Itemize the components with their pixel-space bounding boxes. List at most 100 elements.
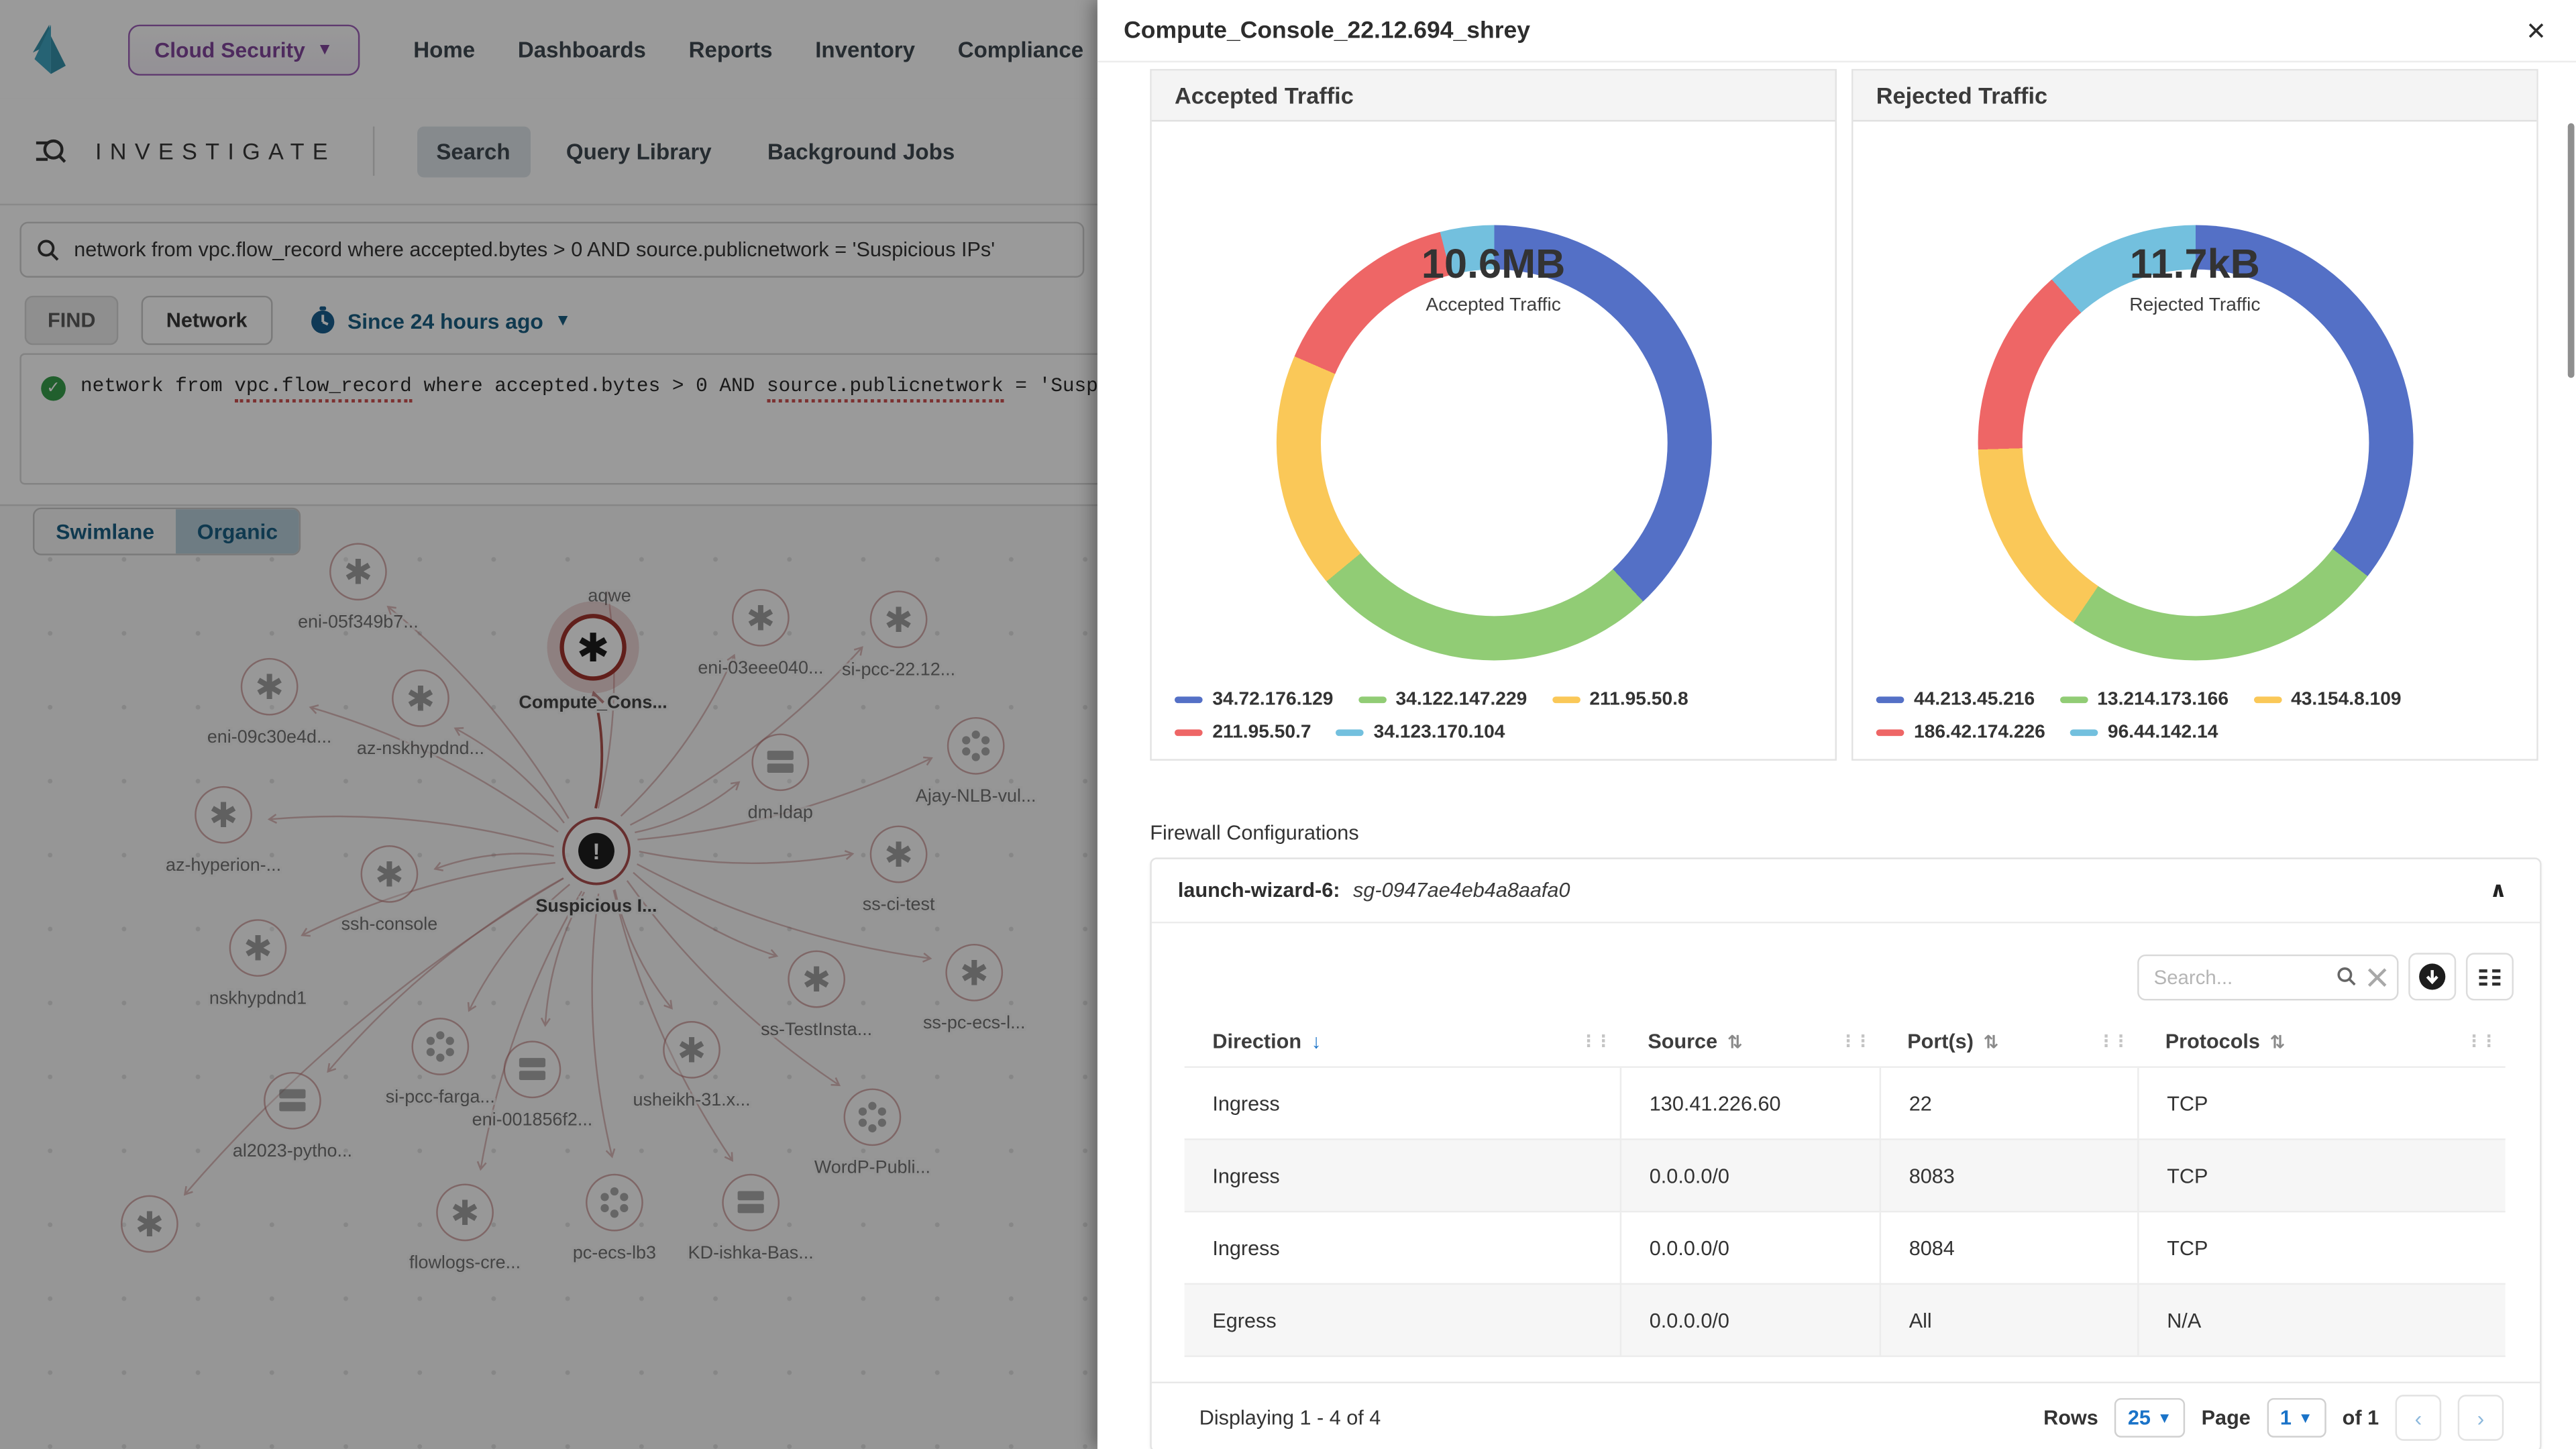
column-header-protocols[interactable]: Protocols ⇅ ⋮⋮ — [2137, 1017, 2506, 1066]
legend-ip-label: 211.95.50.8 — [1589, 690, 1688, 710]
table-search-box[interactable] — [2137, 954, 2398, 1000]
legend-ip-label: 34.123.170.104 — [1374, 723, 1505, 743]
chevron-down-icon: ▼ — [2298, 1409, 2313, 1426]
sort-icon[interactable]: ↓ — [1311, 1030, 1322, 1053]
donut-center-label: Accepted Traffic — [1152, 296, 1835, 315]
chart-legend: 34.72.176.129 34.122.147.229 211.95.50.8 21… — [1175, 690, 1822, 743]
table-cell: TCP — [2137, 1068, 2506, 1138]
table-footer: Displaying 1 - 4 of 4 Rows 25 ▼ Page 1 ▼… — [1152, 1382, 2540, 1449]
sort-icon[interactable]: ⇅ — [1727, 1031, 1743, 1053]
chart-legend: 44.213.45.216 13.214.173.166 43.154.8.109 1… — [1876, 690, 2524, 743]
table-cell: 0.0.0.0/0 — [1620, 1285, 1880, 1355]
page-select[interactable]: 1 ▼ — [2267, 1398, 2326, 1438]
sort-icon[interactable]: ⇅ — [2270, 1031, 2286, 1053]
column-header-direction[interactable]: Direction ↓ ⋮⋮ — [1185, 1017, 1620, 1066]
legend-ip-label: 34.72.176.129 — [1212, 690, 1333, 710]
legend-item[interactable]: 13.214.173.166 — [2059, 690, 2229, 710]
security-group-id: sg-0947ae4eb4a8aafa0 — [1353, 879, 1570, 902]
close-icon[interactable]: ✕ — [2526, 15, 2546, 45]
donut-center-label: Rejected Traffic — [1853, 296, 2536, 315]
column-header-label: Source — [1648, 1030, 1717, 1053]
legend-item[interactable]: 186.42.174.226 — [1876, 723, 2045, 743]
next-page-button[interactable]: › — [2458, 1395, 2504, 1441]
table-cell: Ingress — [1185, 1212, 1620, 1283]
download-button[interactable] — [2408, 953, 2456, 1000]
rows-per-page-select[interactable]: 25 ▼ — [2114, 1398, 2185, 1438]
table-row: Egress0.0.0.0/0AllN/A — [1185, 1283, 2506, 1357]
firewall-section-heading: Firewall Configurations — [1150, 821, 1358, 844]
table-cell: Egress — [1185, 1285, 1620, 1355]
column-settings-button[interactable] — [2466, 953, 2514, 1000]
rows-per-page-value: 25 — [2128, 1406, 2151, 1429]
column-header-label: Direction — [1212, 1030, 1301, 1053]
drag-handle-icon[interactable]: ⋮⋮ — [1580, 1032, 1610, 1051]
table-cell: 8084 — [1880, 1212, 2137, 1283]
scrollbar-thumb[interactable] — [2568, 123, 2575, 378]
prev-page-button[interactable]: ‹ — [2396, 1395, 2442, 1441]
table-cell: 8083 — [1880, 1140, 2137, 1211]
table-cell: TCP — [2137, 1212, 2506, 1283]
firewall-accordion-header[interactable]: launch-wizard-6: sg-0947ae4eb4a8aafa0 ∧ — [1152, 859, 2540, 924]
legend-color-dash-icon — [1175, 697, 1203, 703]
legend-color-dash-icon — [1336, 730, 1364, 736]
drawer-header: Compute_Console_22.12.694_shrey ✕ — [1097, 0, 2576, 62]
download-icon — [2418, 963, 2447, 991]
of-total-label: of 1 — [2343, 1406, 2379, 1429]
drag-handle-icon[interactable]: ⋮⋮ — [2098, 1032, 2127, 1051]
donut-center-value: 11.7kB — [1853, 241, 2536, 289]
legend-ip-label: 186.42.174.226 — [1914, 723, 2045, 743]
legend-item[interactable]: 211.95.50.8 — [1552, 690, 1688, 710]
table-cell: 0.0.0.0/0 — [1620, 1140, 1880, 1211]
table-cell: 0.0.0.0/0 — [1620, 1212, 1880, 1283]
legend-color-dash-icon — [2059, 697, 2088, 703]
column-header-ports[interactable]: Port(s) ⇅ ⋮⋮ — [1880, 1017, 2137, 1066]
pagination-controls: Rows 25 ▼ Page 1 ▼ of 1 ‹ › — [2043, 1395, 2504, 1441]
card-header: Rejected Traffic — [1853, 70, 2536, 121]
drawer-title: Compute_Console_22.12.694_shrey — [1124, 17, 1530, 44]
traffic-card-rejected: Rejected Traffic 11.7kB Rejected Traffic 44… — [1851, 69, 2538, 761]
legend-item[interactable]: 96.44.142.14 — [2070, 723, 2218, 743]
legend-color-dash-icon — [1358, 697, 1386, 703]
search-icon[interactable] — [2336, 966, 2357, 987]
column-header-source[interactable]: Source ⇅ ⋮⋮ — [1620, 1017, 1880, 1066]
column-header-label: Protocols — [2165, 1030, 2260, 1053]
legend-color-dash-icon — [1876, 730, 1904, 736]
legend-ip-label: 13.214.173.166 — [2097, 690, 2229, 710]
app-root: Cloud Security ▼ HomeDashboardsReportsIn… — [0, 0, 2576, 1449]
drag-handle-icon[interactable]: ⋮⋮ — [2466, 1032, 2496, 1051]
legend-color-dash-icon — [1552, 697, 1580, 703]
column-header-label: Port(s) — [1907, 1030, 1974, 1053]
table-cell: All — [1880, 1285, 2137, 1355]
chevron-up-icon[interactable]: ∧ — [2489, 877, 2507, 904]
legend-item[interactable]: 43.154.8.109 — [2253, 690, 2402, 710]
legend-color-dash-icon — [2253, 697, 2282, 703]
security-group-name: launch-wizard-6: — [1178, 879, 1340, 902]
displaying-count: Displaying 1 - 4 of 4 — [1199, 1406, 1381, 1429]
legend-color-dash-icon — [1175, 730, 1203, 736]
drag-handle-icon[interactable]: ⋮⋮ — [1840, 1032, 1870, 1051]
legend-item[interactable]: 34.122.147.229 — [1358, 690, 1527, 710]
page-value: 1 — [2280, 1406, 2292, 1429]
legend-ip-label: 44.213.45.216 — [1914, 690, 2035, 710]
firewall-accordion-panel: launch-wizard-6: sg-0947ae4eb4a8aafa0 ∧ — [1150, 857, 2541, 1449]
legend-ip-label: 43.154.8.109 — [2291, 690, 2401, 710]
card-title: Accepted Traffic — [1175, 82, 1354, 108]
legend-color-dash-icon — [1876, 697, 1904, 703]
table-row: Ingress0.0.0.0/08084TCP — [1185, 1211, 2506, 1283]
table-toolbar — [2137, 953, 2514, 1000]
table-cell: 22 — [1880, 1068, 2137, 1138]
legend-item[interactable]: 211.95.50.7 — [1175, 723, 1311, 743]
clear-search-icon[interactable] — [2367, 967, 2387, 986]
table-cell: N/A — [2137, 1285, 2506, 1355]
legend-item[interactable]: 34.123.170.104 — [1336, 723, 1505, 743]
donut-center-text: 11.7kB Rejected Traffic — [1853, 241, 2536, 315]
table-cell: 130.41.226.60 — [1620, 1068, 1880, 1138]
legend-item[interactable]: 34.72.176.129 — [1175, 690, 1333, 710]
table-cell: Ingress — [1185, 1140, 1620, 1211]
traffic-card-accepted: Accepted Traffic10.6MBAccepted Traffic34… — [1150, 69, 1837, 761]
table-search-input[interactable] — [2139, 963, 2337, 989]
legend-item[interactable]: 44.213.45.216 — [1876, 690, 2035, 710]
table-cell: Ingress — [1185, 1068, 1620, 1138]
sort-icon[interactable]: ⇅ — [1984, 1031, 1999, 1053]
legend-ip-label: 34.122.147.229 — [1396, 690, 1527, 710]
